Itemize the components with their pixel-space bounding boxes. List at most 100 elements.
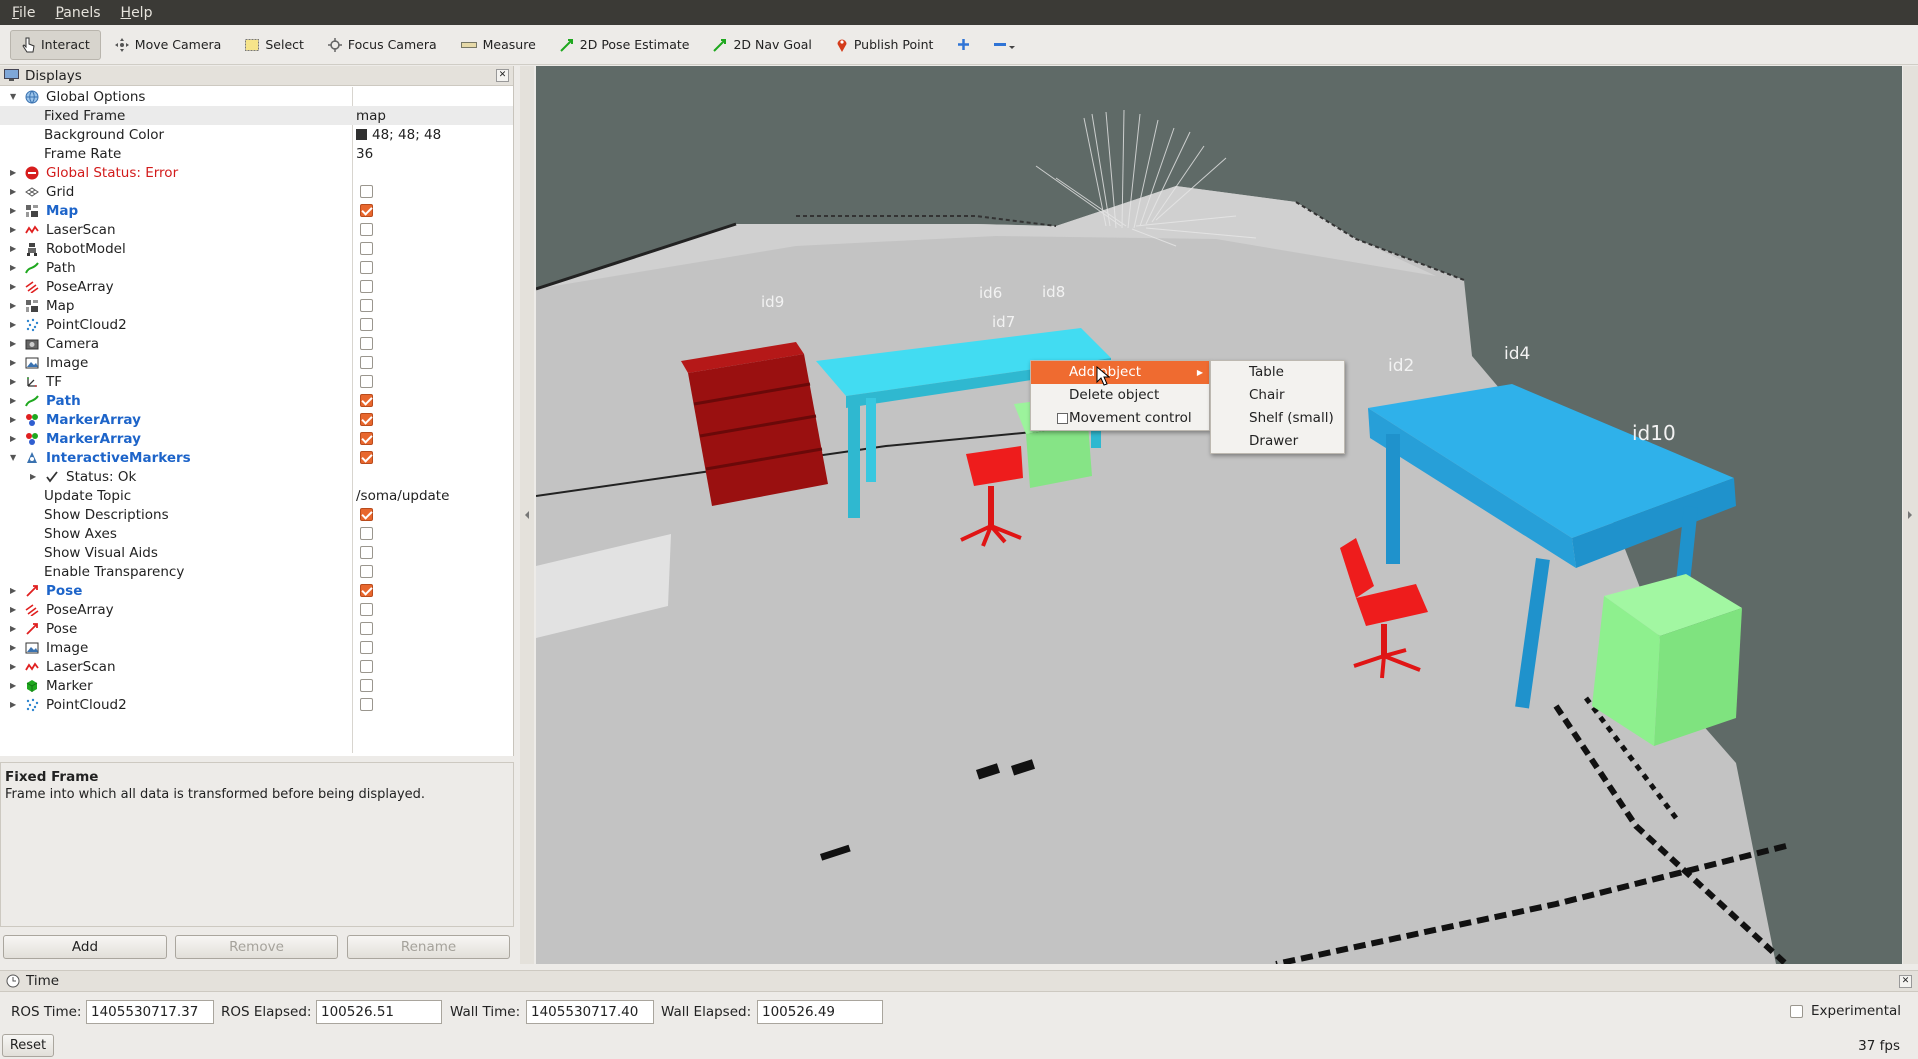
display-row-laserscan[interactable]: ▶ LaserScan [0, 657, 513, 676]
tool-move-camera-button[interactable]: Move Camera [105, 30, 232, 60]
enable-checkbox[interactable] [360, 337, 373, 350]
left-splitter-handle[interactable] [520, 66, 534, 964]
wall-time-field[interactable]: 1405530717.40 [526, 1000, 654, 1024]
enable-checkbox[interactable] [360, 508, 373, 521]
display-row-global-status-error[interactable]: ▶ Global Status: Error [0, 163, 513, 182]
experimental-toggle[interactable]: Experimental [1790, 1003, 1901, 1019]
display-row-pointcloud2[interactable]: ▶ PointCloud2 [0, 315, 513, 334]
enable-checkbox[interactable] [360, 375, 373, 388]
tool-focus-camera-button[interactable]: Focus Camera [318, 30, 447, 60]
submenu-item-chair[interactable]: Chair [1211, 384, 1344, 407]
submenu-item-drawer[interactable]: Drawer [1211, 430, 1344, 453]
collapse-arrow-icon[interactable]: ▶ [30, 472, 40, 481]
display-row-map[interactable]: ▶ Map [0, 296, 513, 315]
submenu-item-shelf-small[interactable]: Shelf (small) [1211, 407, 1344, 430]
tool-publish-point-button[interactable]: Publish Point [826, 30, 944, 60]
display-row-background-color[interactable]: Background Color 48; 48; 48 [0, 125, 513, 144]
display-row-update-topic[interactable]: Update Topic/soma/update [0, 486, 513, 505]
collapse-arrow-icon[interactable]: ▶ [10, 605, 20, 614]
enable-checkbox[interactable] [360, 261, 373, 274]
display-row-map[interactable]: ▶ Map [0, 201, 513, 220]
tool-interact-button[interactable]: Interact [10, 29, 101, 60]
tool-2d-nav-goal-button[interactable]: 2D Nav Goal [703, 30, 821, 60]
menu-help[interactable]: Help [121, 5, 163, 21]
display-row-image[interactable]: ▶ Image [0, 353, 513, 372]
add-tool-button[interactable] [947, 30, 980, 60]
collapse-arrow-icon[interactable]: ▶ [10, 282, 20, 291]
display-row-show-visual-aids[interactable]: Show Visual Aids [0, 543, 513, 562]
property-value-cell[interactable]: 48; 48; 48 [356, 127, 441, 143]
enable-checkbox[interactable] [360, 679, 373, 692]
collapse-arrow-icon[interactable]: ▶ [10, 643, 20, 652]
wall-elapsed-field[interactable]: 100526.49 [757, 1000, 883, 1024]
remove-tool-button[interactable] [984, 30, 1026, 60]
enable-checkbox[interactable] [360, 356, 373, 369]
property-value[interactable]: /soma/update [356, 488, 449, 504]
menu-item-delete-object[interactable]: Delete object [1031, 384, 1209, 407]
collapse-arrow-icon[interactable]: ▶ [10, 396, 20, 405]
collapse-arrow-icon[interactable]: ▶ [10, 662, 20, 671]
enable-checkbox[interactable] [360, 280, 373, 293]
close-icon[interactable]: ✕ [496, 69, 509, 82]
menu-file[interactable]: File [12, 5, 45, 21]
collapse-arrow-icon[interactable]: ▶ [10, 377, 20, 386]
ros-time-field[interactable]: 1405530717.37 [86, 1000, 214, 1024]
enable-checkbox[interactable] [360, 318, 373, 331]
display-row-markerarray[interactable]: ▶ MarkerArray [0, 429, 513, 448]
enable-checkbox[interactable] [360, 527, 373, 540]
enable-checkbox[interactable] [360, 204, 373, 217]
enable-checkbox[interactable] [360, 660, 373, 673]
collapse-arrow-icon[interactable]: ▶ [10, 586, 20, 595]
enable-checkbox[interactable] [360, 413, 373, 426]
display-row-marker[interactable]: ▶ Marker [0, 676, 513, 695]
menu-panels[interactable]: Panels [55, 5, 110, 21]
enable-checkbox[interactable] [360, 223, 373, 236]
color-swatch[interactable] [356, 128, 367, 140]
collapse-arrow-icon[interactable]: ▶ [10, 187, 20, 196]
display-row-robotmodel[interactable]: ▶ RobotModel [0, 239, 513, 258]
close-icon[interactable]: ✕ [1899, 975, 1912, 988]
display-row-frame-rate[interactable]: Frame Rate 36 [0, 144, 513, 163]
collapse-arrow-icon[interactable]: ▶ [10, 624, 20, 633]
tool-measure-button[interactable]: Measure [451, 30, 546, 60]
display-row-markerarray[interactable]: ▶ MarkerArray [0, 410, 513, 429]
enable-checkbox[interactable] [360, 432, 373, 445]
enable-checkbox[interactable] [360, 451, 373, 464]
collapse-arrow-icon[interactable]: ▶ [10, 339, 20, 348]
display-row-posearray[interactable]: ▶ PoseArray [0, 600, 513, 619]
display-row-enable-transparency[interactable]: Enable Transparency [0, 562, 513, 581]
display-row-global-options[interactable]: ▼ Global Options [0, 87, 513, 106]
property-value[interactable]: map [356, 108, 386, 124]
expand-arrow-icon[interactable]: ▼ [10, 92, 20, 101]
reset-button[interactable]: Reset [2, 1034, 54, 1057]
enable-checkbox[interactable] [360, 603, 373, 616]
collapse-arrow-icon[interactable]: ▶ [10, 301, 20, 310]
ros-elapsed-field[interactable]: 100526.51 [316, 1000, 442, 1024]
display-row-pose[interactable]: ▶ Pose [0, 619, 513, 638]
display-row-tf[interactable]: ▶ TF [0, 372, 513, 391]
enable-checkbox[interactable] [360, 698, 373, 711]
remove-display-button[interactable]: Remove [175, 935, 338, 959]
experimental-checkbox[interactable] [1790, 1004, 1803, 1018]
tool-select-button[interactable]: Select [235, 30, 314, 60]
add-display-button[interactable]: Add [3, 935, 167, 959]
property-value-cell[interactable]: map [356, 108, 386, 124]
collapse-arrow-icon[interactable]: ▶ [10, 681, 20, 690]
3d-render-viewport[interactable]: id9 id6 id8 id7 id2 id4 id10 [536, 66, 1902, 964]
display-row-interactivemarkers[interactable]: ▼ InteractiveMarkers [0, 448, 513, 467]
display-row-show-descriptions[interactable]: Show Descriptions [0, 505, 513, 524]
collapse-arrow-icon[interactable]: ▶ [10, 700, 20, 709]
display-row-laserscan[interactable]: ▶ LaserScan [0, 220, 513, 239]
enable-checkbox[interactable] [360, 584, 373, 597]
expand-arrow-icon[interactable]: ▼ [10, 453, 20, 462]
enable-checkbox[interactable] [360, 546, 373, 559]
collapse-arrow-icon[interactable]: ▶ [10, 434, 20, 443]
enable-checkbox[interactable] [360, 394, 373, 407]
tool-2d-pose-estimate-button[interactable]: 2D Pose Estimate [550, 30, 700, 60]
property-value[interactable]: 36 [356, 146, 373, 162]
display-row-pose[interactable]: ▶ Pose [0, 581, 513, 600]
enable-checkbox[interactable] [360, 565, 373, 578]
collapse-arrow-icon[interactable]: ▶ [10, 415, 20, 424]
submenu-item-table[interactable]: Table [1211, 361, 1344, 384]
display-row-path[interactable]: ▶ Path [0, 391, 513, 410]
